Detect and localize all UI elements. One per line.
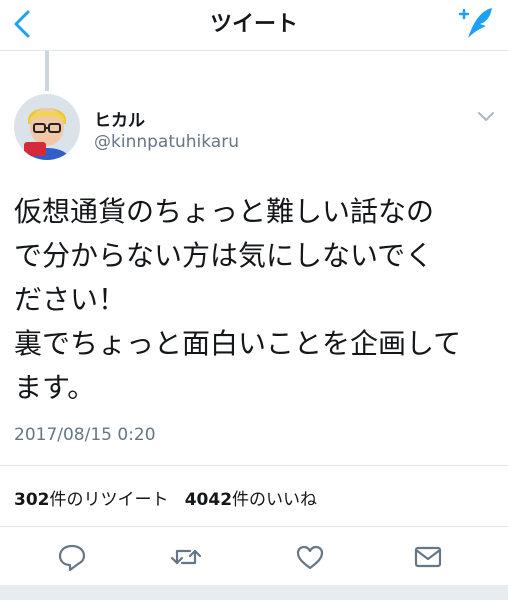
chevron-left-icon [14,10,30,38]
reply-button[interactable] [54,541,90,573]
share-via-message-button[interactable] [410,541,446,573]
tweet-timestamp: 2017/08/15 0:20 [14,425,156,445]
tweet-options-button[interactable] [474,106,498,128]
thread-connector-line [45,51,49,91]
tweet-text-line: 仮想通貨のちょっと難しい話なの [14,195,435,228]
tweet-action-bar [0,531,508,581]
page-title: ツイート [209,12,298,37]
retweet-count-label: 件のリツイート [49,490,169,510]
tweet-stats: 302件のリツイート 4042件のいいね [14,485,317,510]
like-count-label: 件のいいね [232,490,318,510]
like-count-link[interactable]: 4042件のいいね [185,490,317,510]
retweet-count: 302 [14,490,50,510]
compose-tweet-icon [458,8,492,38]
avatar[interactable] [14,94,80,160]
retweet-count-link[interactable]: 302件のリツイート [14,490,169,510]
like-count: 4042 [184,490,233,510]
reply-icon [58,544,86,572]
tweet-text: 仮想通貨のちょっと難しい話なの で分からない方は気にしないでく ださい！ 裏でち… [14,190,504,410]
chevron-down-icon [478,112,494,121]
author-display-name[interactable]: ヒカル [94,106,145,131]
bottom-spacer [0,585,508,600]
author-handle[interactable]: @kinnpatuhikaru [94,132,239,152]
tweet-text-line: ます。 [14,371,96,404]
retweet-button[interactable] [168,541,204,573]
mail-icon [414,546,442,568]
tweet-text-line: 裏でちょっと面白いことを企画して [14,327,462,360]
heart-icon [296,545,324,570]
divider [0,465,508,466]
compose-tweet-button[interactable] [452,4,496,44]
tweet-text-line: で分からない方は気にしないでく [14,239,434,272]
divider [0,526,508,527]
like-button[interactable] [292,541,328,573]
retweet-icon [170,549,202,565]
top-bar: ツイート [0,0,508,51]
tweet-text-line: ださい！ [14,283,127,316]
back-button[interactable] [8,6,40,42]
